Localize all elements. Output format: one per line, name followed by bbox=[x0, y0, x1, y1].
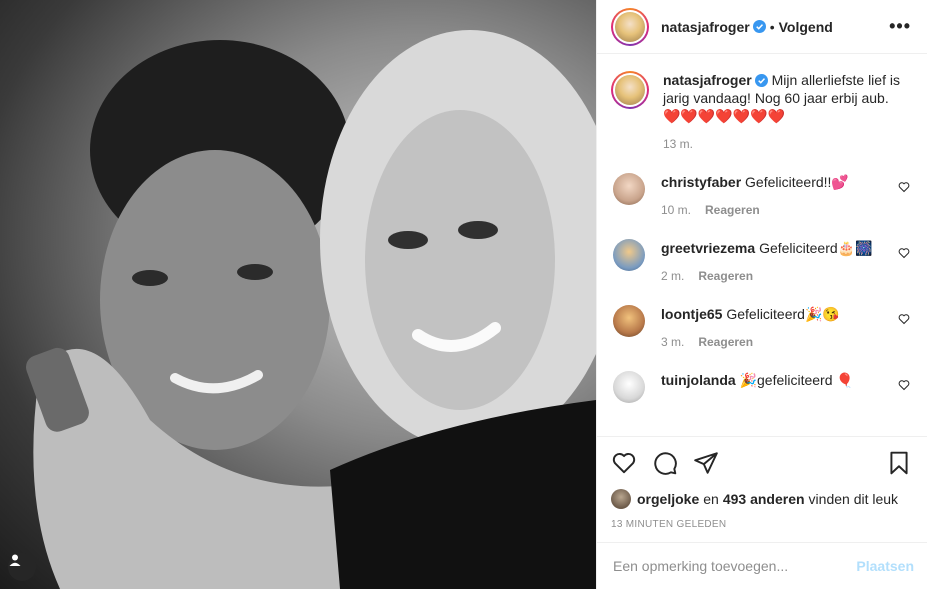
comment-like-icon[interactable] bbox=[898, 247, 910, 259]
comments-list[interactable]: natasjafroger Mijn allerliefste lief is … bbox=[597, 55, 927, 436]
post-header: natasjafroger • Volgend ••• bbox=[597, 0, 927, 54]
comment-username[interactable]: christyfaber bbox=[661, 174, 741, 190]
verified-icon bbox=[754, 74, 768, 87]
post-actions-section: orgeljoke en 493 anderen vinden dit leuk… bbox=[597, 436, 927, 542]
post-caption: natasjafroger Mijn allerliefste lief is … bbox=[611, 71, 912, 153]
likes-and: en bbox=[703, 491, 719, 507]
comment-input[interactable] bbox=[613, 558, 857, 574]
comment-item: greetvriezema Gefeliciteerd🎂🎆 2 m. Reager… bbox=[611, 239, 912, 285]
comment-icon[interactable] bbox=[652, 450, 678, 476]
post-photo[interactable] bbox=[0, 0, 596, 589]
comment-like-icon[interactable] bbox=[898, 313, 910, 325]
heart-icon[interactable] bbox=[611, 450, 637, 476]
comment-item: tuinjolanda 🎉gefeliciteerd 🎈 bbox=[611, 371, 912, 403]
comment-username[interactable]: loontje65 bbox=[661, 306, 722, 322]
comment-item: loontje65 Gefeliciteerd🎉😘 3 m. Reageren bbox=[611, 305, 912, 351]
more-options-icon[interactable]: ••• bbox=[889, 16, 911, 37]
likes-suffix: vinden dit leuk bbox=[808, 491, 899, 507]
post-side-panel: natasjafroger • Volgend ••• natasjafroge… bbox=[596, 0, 927, 589]
comment-time[interactable]: 3 m. bbox=[661, 335, 684, 349]
caption-author-username[interactable]: natasjafroger bbox=[663, 72, 752, 88]
author-avatar[interactable] bbox=[611, 7, 649, 46]
caption-time[interactable]: 13 m. bbox=[663, 137, 693, 151]
comment-item: christyfaber Gefeliciteerd!!💕 10 m. Reage… bbox=[611, 173, 912, 219]
comment-like-icon[interactable] bbox=[898, 181, 910, 193]
comment-avatar[interactable] bbox=[613, 173, 645, 205]
user-tag-button[interactable] bbox=[8, 553, 36, 581]
likes-summary: orgeljoke en 493 anderen vinden dit leuk bbox=[611, 489, 912, 509]
likes-count[interactable]: 493 anderen bbox=[723, 491, 805, 507]
caption-hearts: ❤️❤️❤️❤️❤️❤️❤️ bbox=[663, 108, 786, 124]
comment-time[interactable]: 10 m. bbox=[661, 203, 691, 217]
comment-username[interactable]: tuinjolanda bbox=[661, 372, 736, 388]
comment-avatar[interactable] bbox=[613, 305, 645, 337]
add-comment-bar: Plaatsen bbox=[597, 542, 927, 589]
reply-button[interactable]: Reageren bbox=[705, 203, 760, 217]
caption-author-avatar[interactable] bbox=[611, 71, 649, 109]
reply-button[interactable]: Reageren bbox=[698, 269, 753, 283]
bookmark-icon[interactable] bbox=[886, 450, 912, 476]
following-button[interactable]: Volgend bbox=[779, 19, 833, 35]
comment-time[interactable]: 2 m. bbox=[661, 269, 684, 283]
comment-text: Gefeliciteerd🎉😘 bbox=[726, 306, 840, 322]
comment-like-icon[interactable] bbox=[898, 379, 910, 391]
comment-text: Gefeliciteerd🎂🎆 bbox=[759, 240, 873, 256]
comment-avatar[interactable] bbox=[613, 371, 645, 403]
liker-avatar[interactable] bbox=[611, 489, 631, 509]
reply-button[interactable]: Reageren bbox=[698, 335, 753, 349]
liker-username[interactable]: orgeljoke bbox=[637, 491, 699, 507]
post-timestamp[interactable]: 13 minuten geleden bbox=[611, 519, 912, 530]
verified-icon bbox=[752, 20, 766, 33]
comment-avatar[interactable] bbox=[613, 239, 645, 271]
author-username[interactable]: natasjafroger bbox=[661, 19, 750, 35]
comment-text: 🎉gefeliciteerd 🎈 bbox=[739, 372, 854, 388]
action-bar bbox=[611, 449, 912, 477]
user-tag-icon bbox=[9, 554, 21, 566]
comment-text: Gefeliciteerd!!💕 bbox=[745, 174, 849, 190]
separator-dot: • bbox=[769, 18, 775, 35]
paper-plane-icon[interactable] bbox=[693, 450, 719, 476]
photo-illustration bbox=[26, 30, 596, 589]
comment-username[interactable]: greetvriezema bbox=[661, 240, 755, 256]
post-comment-button[interactable]: Plaatsen bbox=[856, 558, 914, 574]
